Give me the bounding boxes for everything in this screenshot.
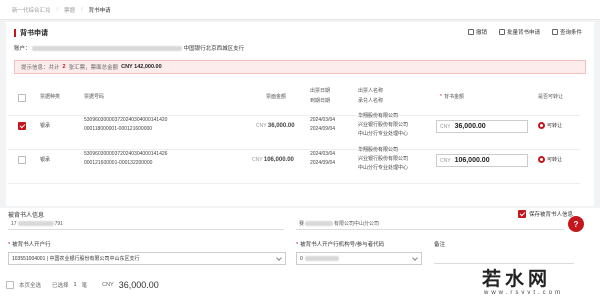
help-button[interactable]: ?: [568, 216, 584, 232]
radio-icon: [538, 156, 545, 163]
bank-label: * 被背书人开户行: [8, 242, 51, 248]
summary-alert: 提示信息：共计 2 张汇票，票面总金额 CNY 142,000.00: [14, 60, 586, 74]
revoke-button[interactable]: 撤销: [467, 28, 487, 36]
endorse-amount-input[interactable]: CNY 36,000.00: [436, 120, 528, 133]
col-face: 票面金额: [266, 94, 287, 100]
breadcrumb-separator: /: [81, 6, 83, 13]
row-checkbox[interactable]: [18, 122, 26, 130]
table-header: 票据种类 票据号码 票面金额 出票日期 到期日期 出票人名称 承兑人名称 * 背书…: [8, 80, 580, 116]
masked-code: [304, 256, 339, 261]
select-page-checkbox[interactable]: [6, 281, 14, 289]
breadcrumb-item-home[interactable]: 新一代综合汇兑: [12, 6, 51, 14]
face-amount: CNY 106,000.00: [252, 157, 294, 163]
selected-total: 36,000.00: [118, 280, 159, 290]
endorse-amount-input[interactable]: CNY 106,000.00: [436, 154, 528, 167]
account-line: 账户： 中国银行北京西城区支行: [14, 46, 245, 52]
endorsee-name-field[interactable]: 赛 有限公司中山分公司: [296, 218, 564, 230]
account-bank: 中国银行北京西城区支行: [183, 46, 245, 52]
batch-endorse-button[interactable]: 批量背书申请: [498, 28, 540, 36]
masked-account: [17, 221, 54, 226]
note-input[interactable]: [434, 252, 574, 264]
col-issue-date: 出票日期: [310, 88, 331, 94]
breadcrumb-item-current: 背书申请: [88, 7, 111, 14]
breadcrumb-separator: /: [56, 6, 59, 13]
query-condition-button[interactable]: 查询条件: [551, 28, 582, 36]
bank-code-label: * 被背书人开户行机构号/参与者代码: [296, 242, 385, 248]
bank-code-select[interactable]: 0: [296, 252, 422, 265]
col-acceptor: 承兑人名称: [358, 98, 384, 104]
radio-icon: [538, 122, 545, 129]
transferable-radio[interactable]: 可转让: [538, 122, 562, 129]
save-endorsee-option[interactable]: 保存被背书人信息: [518, 210, 573, 218]
col-type: 票据种类: [40, 94, 61, 100]
breadcrumb-item-bill[interactable]: 票据: [64, 6, 75, 14]
filter-icon: [551, 29, 558, 35]
watermark-url: www.rsvvt.com: [484, 290, 564, 296]
save-endorsee-checkbox[interactable]: [518, 210, 526, 218]
bank-select[interactable]: 103551004001 | 中国农业银行股份有限公司中山东区支行: [8, 252, 286, 265]
col-drawer: 出票人名称: [358, 88, 384, 94]
watermark-logo: 若水网: [482, 268, 552, 290]
masked-account: [32, 46, 183, 52]
table-row[interactable]: 银承 530960300003720240304000141426 000121…: [8, 147, 580, 184]
transferable-radio[interactable]: 可转让: [538, 156, 562, 163]
col-endorse-amount: * 背书金额: [440, 94, 464, 100]
selection-summary: 本页全选 已选择 1 笔 CNY 36,000.00: [6, 280, 159, 290]
col-number: 票据号码: [84, 94, 105, 100]
title-accent-bar: [14, 29, 16, 37]
face-amount: CNY 36,000.00: [256, 123, 295, 129]
chevron-down-icon: [276, 255, 282, 261]
masked-name: [305, 221, 334, 226]
row-checkbox[interactable]: [18, 156, 26, 164]
chevron-down-icon: [412, 255, 418, 261]
col-transferable: 是否可转让: [538, 94, 564, 100]
revoke-icon: [467, 29, 474, 35]
page-title: 背书申请: [14, 28, 48, 38]
table-row[interactable]: 银承 530960300003720240304000141420 000118…: [8, 113, 580, 150]
note-label: 备注: [434, 242, 446, 248]
endorsee-account-field[interactable]: 17 791: [8, 218, 284, 230]
batch-icon: [498, 29, 505, 35]
breadcrumb: 新一代综合汇兑 / 票据 / 背书申请: [0, 0, 600, 20]
col-due-date: 到期日期: [310, 98, 331, 104]
select-all-checkbox[interactable]: [18, 94, 26, 102]
toolbar: 撤销 批量背书申请 查询条件: [467, 28, 582, 36]
